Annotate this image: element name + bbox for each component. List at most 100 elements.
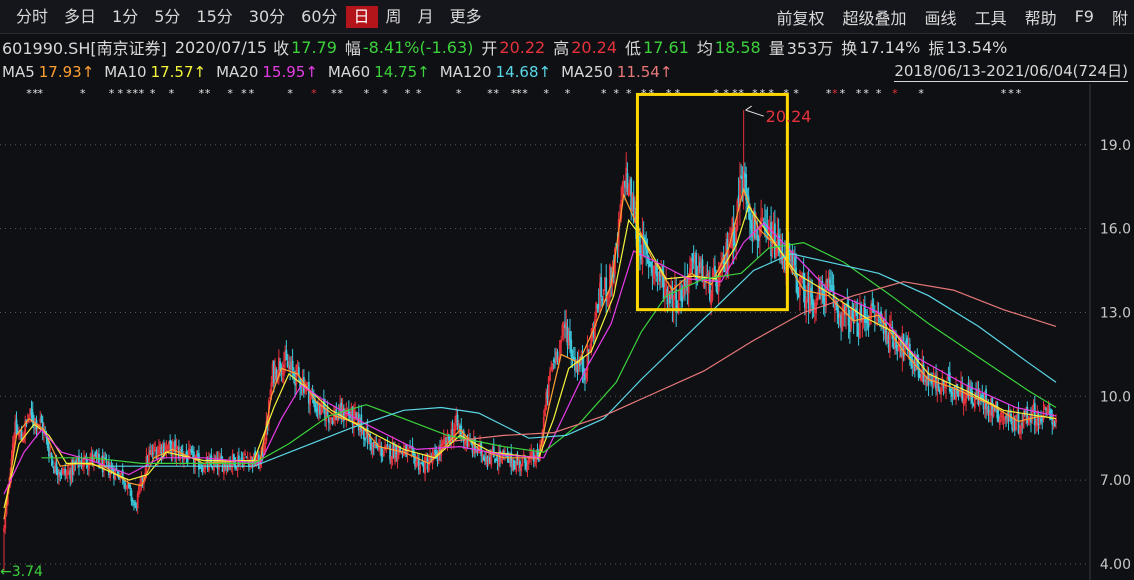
tab-period-9[interactable]: 月 — [410, 6, 442, 28]
event-mark[interactable]: * — [382, 87, 388, 100]
stock-code: 601990.SH[南京证券] — [2, 39, 167, 58]
candle-body — [286, 361, 289, 368]
candle-body — [240, 457, 243, 460]
ma-legend-name-ma5: MA5 — [2, 63, 35, 81]
event-mark[interactable]: * — [337, 87, 343, 100]
event-mark[interactable]: * — [241, 87, 247, 100]
date-range[interactable]: 2018/06/13-2021/06/04(724日) — [894, 61, 1128, 82]
event-mark[interactable]: * — [826, 87, 832, 100]
event-mark[interactable]: * — [522, 87, 528, 100]
max-arrow — [745, 105, 764, 117]
event-mark[interactable]: * — [405, 87, 411, 100]
event-mark[interactable]: * — [1016, 87, 1022, 100]
event-mark[interactable]: * — [863, 87, 869, 100]
y-tick-label: 13.0 — [1100, 305, 1131, 321]
menu-item-0[interactable]: 前复权 — [777, 5, 825, 29]
event-mark[interactable]: * — [876, 87, 882, 100]
candle-body — [675, 289, 678, 312]
event-mark[interactable]: * — [37, 87, 43, 100]
event-mark[interactable]: * — [150, 87, 156, 100]
event-mark[interactable]: * — [169, 87, 175, 100]
candle-body — [131, 500, 134, 503]
candle-body — [326, 407, 329, 416]
tab-period-2[interactable]: 1分 — [104, 6, 146, 28]
top-toolbar: 分时 多日 1分 5分 15分 30分 60分日周月更多 前复权 超级叠加 画线 工具 帮助 F9 附 — [0, 0, 1134, 34]
event-mark[interactable]: * — [331, 87, 337, 100]
y-tick-label: 4.00 — [1100, 557, 1131, 573]
event-mark[interactable]: * — [205, 87, 211, 100]
event-mark[interactable]: * — [613, 87, 619, 100]
close-value: 17.79 — [291, 37, 337, 57]
tab-period-1[interactable]: 多日 — [56, 6, 104, 28]
menu-item-4[interactable]: 帮助 — [1025, 5, 1057, 29]
tab-period-5[interactable]: 30分 — [241, 6, 293, 28]
event-mark[interactable]: * — [832, 87, 838, 100]
ma-legend-value-ma120: 14.68↑ — [495, 63, 552, 81]
event-mark[interactable]: * — [132, 87, 138, 100]
event-mark[interactable]: * — [626, 87, 632, 100]
quote-info-bar: 601990.SH[南京证券] 2020/07/15 收 17.79 幅 -8.41… — [0, 34, 1134, 60]
event-mark[interactable]: * — [856, 87, 862, 100]
menu-item-1[interactable]: 超级叠加 — [843, 5, 907, 29]
event-mark[interactable]: * — [227, 87, 233, 100]
change-label: 幅 — [344, 39, 361, 58]
tab-period-10[interactable]: 更多 — [442, 6, 490, 28]
low-label: 低 — [625, 39, 642, 58]
event-mark[interactable]: * — [892, 87, 898, 100]
tab-period-8[interactable]: 周 — [378, 6, 410, 28]
event-mark[interactable]: * — [601, 87, 607, 100]
quote-date: 2020/07/15 — [174, 37, 268, 57]
event-mark[interactable]: * — [456, 87, 462, 100]
high-label: 高 — [553, 39, 570, 58]
ma-legend-name-ma120: MA120 — [439, 63, 492, 81]
tab-period-6[interactable]: 60分 — [293, 6, 345, 28]
event-mark[interactable]: * — [80, 87, 86, 100]
event-mark[interactable]: * — [516, 87, 522, 100]
event-mark[interactable]: * — [126, 87, 132, 100]
event-mark[interactable]: * — [494, 87, 500, 100]
candlestick-chart[interactable]: 4.007.0010.013.016.019.0* * * * * * * * * * * * * * * *… — [0, 84, 1134, 580]
candle-body — [40, 416, 43, 423]
event-mark[interactable]: * — [364, 87, 370, 100]
candle-body — [1033, 403, 1036, 426]
change-value: -8.41%(-1.63) — [362, 37, 474, 57]
event-mark[interactable]: * — [199, 87, 205, 100]
event-mark[interactable]: * — [287, 87, 293, 100]
event-mark[interactable]: * — [109, 87, 115, 100]
event-mark[interactable]: * — [139, 87, 145, 100]
event-mark[interactable]: * — [1008, 87, 1014, 100]
candle-body — [51, 460, 54, 465]
tab-period-3[interactable]: 5分 — [146, 6, 188, 28]
event-mark[interactable]: * — [249, 87, 255, 100]
menu-item-6[interactable]: 附 — [1112, 5, 1128, 29]
event-mark[interactable]: * — [918, 87, 924, 100]
event-mark[interactable]: * — [840, 87, 846, 100]
tab-period-7[interactable]: 日 — [345, 5, 378, 28]
candle-body — [734, 242, 736, 246]
event-mark[interactable]: * — [487, 87, 493, 100]
event-mark[interactable]: * — [565, 87, 571, 100]
event-mark[interactable]: * — [793, 87, 799, 100]
tab-period-4[interactable]: 15分 — [188, 6, 240, 28]
ma-legend-name-ma20: MA20 — [216, 63, 259, 81]
candle-body — [871, 303, 874, 306]
menu-item-2[interactable]: 画线 — [925, 5, 957, 29]
menu-item-3[interactable]: 工具 — [975, 5, 1007, 29]
amplitude-value: 13.54% — [946, 37, 1008, 57]
top-menu: 前复权 超级叠加 画线 工具 帮助 F9 附 — [777, 0, 1128, 33]
event-mark[interactable]: * — [1001, 87, 1007, 100]
menu-item-5[interactable]: F9 — [1075, 7, 1094, 26]
candle-body — [129, 485, 132, 490]
event-mark[interactable]: * — [311, 87, 317, 100]
candle-body — [918, 373, 921, 379]
candle-body — [130, 490, 133, 502]
candle-body — [480, 441, 483, 457]
event-mark[interactable]: * — [543, 87, 549, 100]
event-mark[interactable]: * — [26, 87, 32, 100]
min-price-label: ←3.74 — [0, 564, 43, 580]
candle-body — [691, 253, 694, 262]
event-mark[interactable]: * — [117, 87, 123, 100]
y-tick-label: 19.0 — [1100, 138, 1131, 154]
event-mark[interactable]: * — [416, 87, 422, 100]
tab-period-0[interactable]: 分时 — [8, 6, 56, 28]
